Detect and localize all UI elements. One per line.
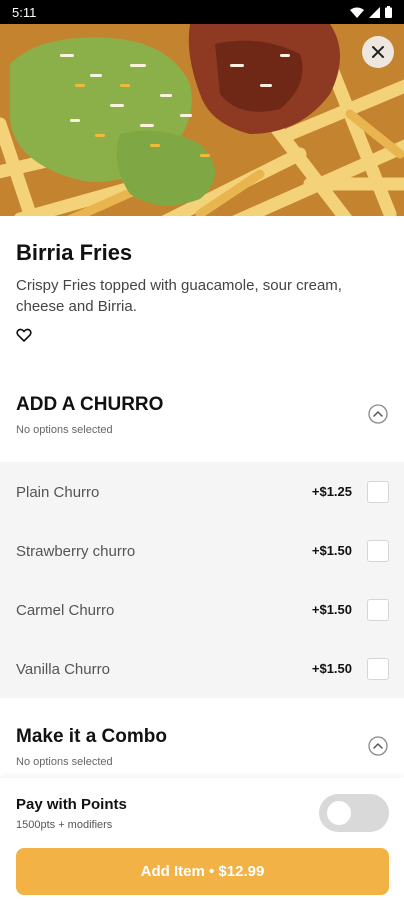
option-checkbox[interactable] — [367, 481, 389, 503]
close-icon — [372, 46, 384, 58]
toggle-knob — [327, 801, 351, 825]
favorite-heart-icon[interactable] — [16, 327, 32, 343]
option-checkbox[interactable] — [367, 540, 389, 562]
group-subtitle: No options selected — [16, 756, 113, 768]
item-description: Crispy Fries topped with guacamole, sour… — [16, 277, 342, 315]
option-row[interactable]: Plain Churro +$1.25 — [0, 462, 404, 521]
group-subtitle: No options selected — [16, 424, 113, 436]
signal-icon — [369, 6, 380, 18]
pay-with-points-toggle[interactable] — [319, 794, 389, 832]
item-photo — [0, 24, 404, 216]
option-row[interactable]: Vanilla Churro +$1.50 — [0, 639, 404, 698]
pay-with-points-subtitle: 1500pts + modifiers — [16, 819, 113, 831]
option-row[interactable]: Strawberry churro +$1.50 — [0, 521, 404, 580]
wifi-icon — [350, 7, 364, 18]
option-price: +$1.50 — [311, 661, 352, 676]
birria-fries-image — [0, 24, 404, 216]
option-name: Vanilla Churro — [16, 661, 110, 678]
group-title: ADD A CHURRO — [16, 394, 164, 415]
status-time: 5:11 — [12, 4, 37, 20]
option-name: Strawberry churro — [16, 543, 136, 560]
option-price: +$1.25 — [311, 484, 352, 499]
option-name: Plain Churro — [16, 484, 100, 501]
churro-options-list: Plain Churro +$1.25 Strawberry churro +$… — [0, 462, 404, 698]
option-name: Carmel Churro — [16, 602, 115, 619]
churro-group-header[interactable]: ADD A CHURRO No options selected — [0, 380, 404, 452]
item-title: Birria Fries — [16, 240, 133, 265]
chevron-up-icon[interactable] — [368, 404, 388, 424]
chevron-up-icon[interactable] — [368, 736, 388, 756]
status-bar: 5:11 — [0, 0, 404, 24]
group-title: Make it a Combo — [16, 726, 167, 747]
option-checkbox[interactable] — [367, 658, 389, 680]
option-checkbox[interactable] — [367, 599, 389, 621]
close-button[interactable] — [362, 36, 394, 68]
option-price: +$1.50 — [311, 543, 352, 558]
option-row[interactable]: Carmel Churro +$1.50 — [0, 580, 404, 639]
checkout-panel: Pay with Points 1500pts + modifiers Add … — [0, 778, 404, 900]
add-item-button[interactable]: Add Item • $12.99 — [16, 848, 389, 895]
status-icons — [350, 6, 392, 18]
pay-with-points-title: Pay with Points — [16, 796, 127, 813]
combo-group-header[interactable]: Make it a Combo No options selected — [0, 712, 404, 784]
option-price: +$1.50 — [311, 602, 352, 617]
battery-icon — [385, 6, 392, 18]
